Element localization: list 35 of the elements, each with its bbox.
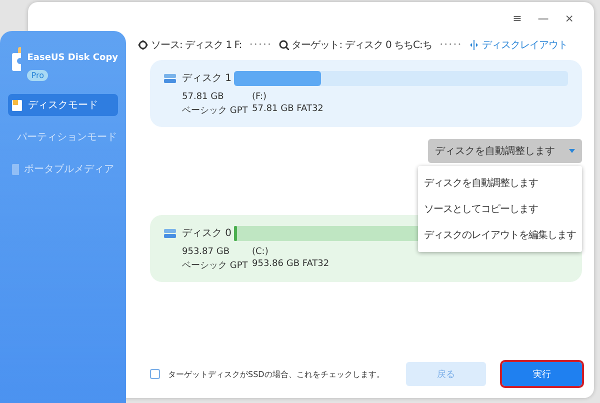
search-icon <box>278 40 289 50</box>
menu-option[interactable]: ディスクのレイアウトを編集します <box>418 222 582 248</box>
pro-badge: Pro <box>27 70 48 81</box>
partition-label: (F:) <box>252 92 268 102</box>
disk-icon <box>164 74 176 82</box>
document-icon <box>12 99 23 111</box>
window-control[interactable]: × <box>564 12 574 32</box>
disk-name: ディスク 1 <box>182 72 232 85</box>
crosshair-icon <box>138 40 148 50</box>
target-label: ターゲット: ディスク 0 ちちC:ち <box>292 39 432 52</box>
checkbox-label: ターゲットディスクがSSDの場合、これをチェックします。 <box>168 368 386 380</box>
disk-layout-link[interactable]: ディスクレイアウト <box>468 38 568 52</box>
disk-size: 57.81 GB <box>182 92 225 102</box>
disk-type: ベーシック GPT <box>182 260 249 272</box>
checkbox[interactable] <box>150 369 160 379</box>
window-control[interactable]: ≡ <box>512 12 522 32</box>
split-arrows-icon <box>468 40 479 50</box>
disk-size: 953.87 GB <box>182 247 231 257</box>
window-control[interactable]: — <box>538 12 549 32</box>
caret-icon <box>569 149 575 153</box>
disk-type: ベーシック GPT <box>182 105 249 117</box>
document-icon <box>12 163 19 175</box>
menu-option[interactable]: ディスクを自動調整します <box>418 170 582 196</box>
source-label: ソース: ディスク 1 F: <box>151 39 242 52</box>
partition-info: 953.86 GB FAT32 <box>252 259 330 271</box>
disk-icon <box>164 228 176 238</box>
disk-name: ディスク 0 <box>182 227 232 240</box>
app-logo-icon <box>12 47 22 71</box>
partition-label: (C:) <box>252 247 270 257</box>
sidebar-item[interactable]: ディスクモード <box>8 94 118 116</box>
partition-info: 57.81 GB FAT32 <box>252 104 324 116</box>
disk-card[interactable]: ディスク 1 57.81 GB (F:) ベーシック GPT 57.81 GB FAT32 <box>150 60 582 127</box>
app-name: EaseUS Disk Copy <box>27 53 118 63</box>
run-button[interactable]: 実行 <box>502 362 582 386</box>
layout-dropdown[interactable]: ディスクを自動調整します <box>428 139 582 163</box>
